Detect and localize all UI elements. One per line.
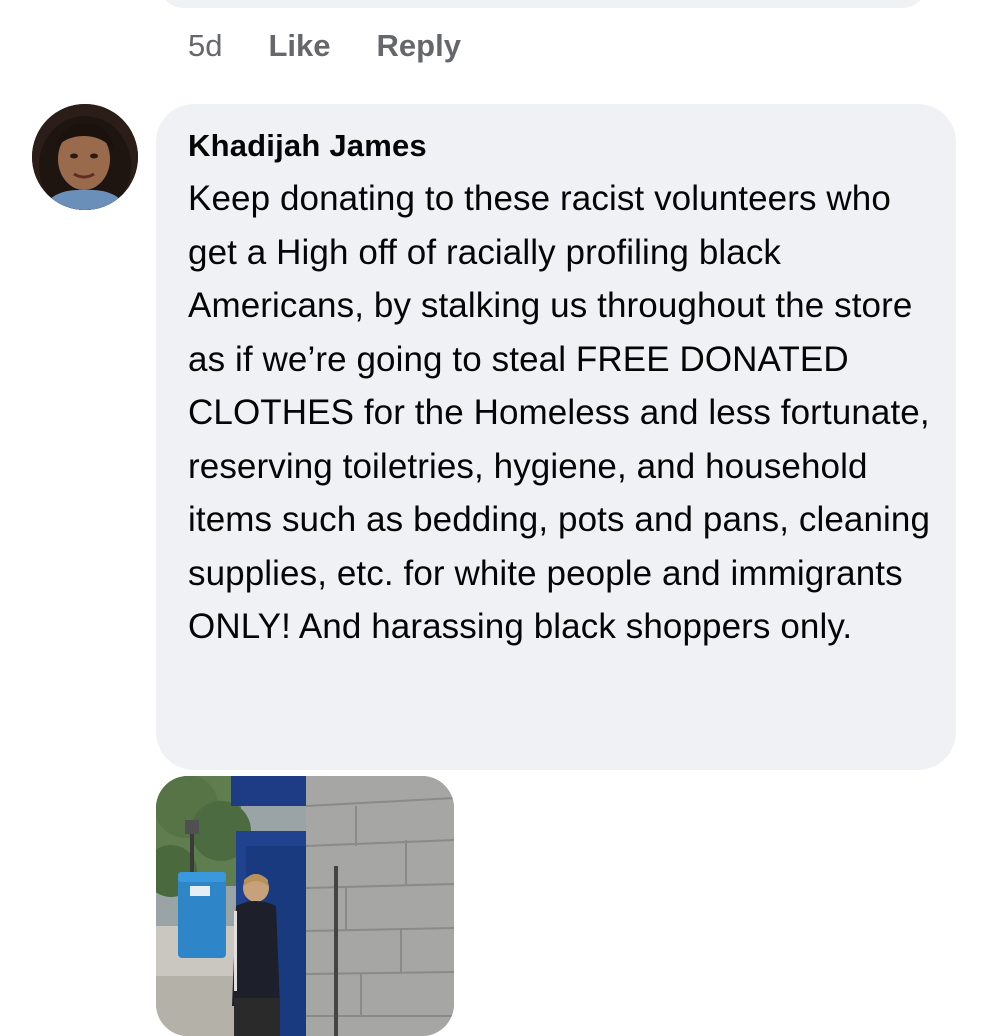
like-button[interactable]: Like bbox=[268, 28, 330, 64]
comment-text: Keep donating to these racist volunteers… bbox=[188, 179, 931, 646]
attachment-image bbox=[156, 776, 454, 1036]
avatar[interactable] bbox=[32, 104, 138, 210]
comment-bubble: Khadijah James Keep donating to these ra… bbox=[156, 104, 956, 770]
comment-attachment-photo[interactable] bbox=[156, 776, 454, 1036]
reply-button[interactable]: Reply bbox=[377, 28, 461, 64]
previous-comment-bubble bbox=[158, 0, 928, 8]
avatar-image bbox=[32, 104, 138, 210]
previous-comment-actions: 5d Like Reply bbox=[188, 26, 461, 66]
comment-author[interactable]: Khadijah James bbox=[188, 126, 936, 166]
comment-timestamp: 5d bbox=[188, 28, 223, 63]
